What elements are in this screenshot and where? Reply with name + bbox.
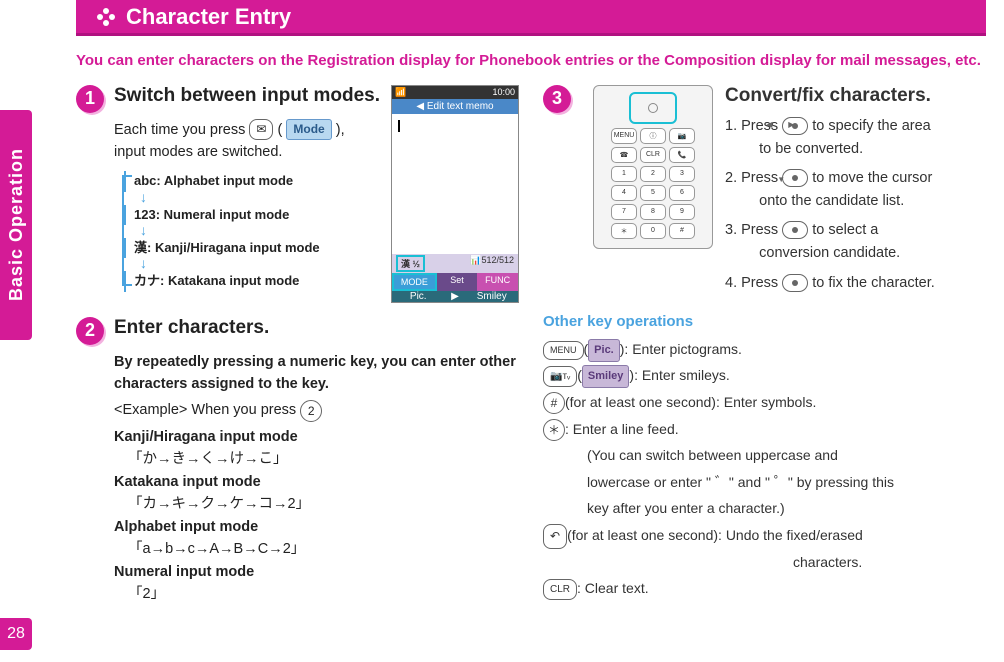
intro-text: You can enter characters on the Registra… xyxy=(76,50,986,73)
sidebar: Basic Operation 28 xyxy=(0,0,58,662)
step-2: 2 Enter characters. xyxy=(76,317,519,345)
step-1: 1 Switch between input modes. xyxy=(76,85,381,113)
flow-123: 123: Numeral input mode xyxy=(124,205,381,225)
flow-abc: abc: Alphabet input mode xyxy=(124,171,381,191)
softkey-mode: MODE xyxy=(392,273,437,291)
input-mode-flow: abc: Alphabet input mode ↓ 123: Numeral … xyxy=(124,171,381,291)
step-badge-3: 3 xyxy=(543,85,571,113)
char-counter: 📊512/512 xyxy=(470,255,514,272)
op-smileys: 📷ᴛᵥ(Smiley): Enter smileys. xyxy=(543,362,986,389)
step2-sub: By repeatedly pressing a numeric key, yo… xyxy=(114,351,519,396)
flower-icon xyxy=(94,5,118,29)
camera-key-icon: 📷ᴛᵥ xyxy=(543,366,577,387)
dpad-center-icon xyxy=(782,274,808,292)
op-linefeed-note1: (You can switch between uppercase and xyxy=(587,442,986,469)
op-symbols: #(for at least one second): Enter symbol… xyxy=(543,389,986,416)
softkey-set: Set xyxy=(437,273,478,291)
key-clr: CLR xyxy=(640,147,666,163)
mode-indicator: 漢 ½ xyxy=(396,255,425,272)
step1-line1a: Each time you press xyxy=(114,122,249,138)
pic-softkey: Pic. xyxy=(588,339,620,362)
mode-kanji-seq: 「か→き→く→け→こ」 xyxy=(128,448,519,470)
arrow-down-icon: ↓ xyxy=(140,225,381,236)
flow-kanji: 漢: Kanji/Hiragana input mode xyxy=(124,238,381,258)
flow-kata: カナ: Katakana input mode xyxy=(124,271,381,291)
dpad-highlight xyxy=(629,92,677,124)
step-badge-2: 2 xyxy=(76,317,104,345)
mode-kata-seq: 「カ→キ→ク→ケ→コ→2」 xyxy=(128,493,519,515)
dpad-all-icon xyxy=(782,221,808,239)
key-2-icon: 2 xyxy=(300,400,322,422)
mail-key-icon: ✉ xyxy=(249,119,273,140)
key-menu: MENU xyxy=(611,128,637,144)
phone-title: Edit text memo xyxy=(427,101,494,112)
clr-key-icon: CLR xyxy=(543,579,577,600)
step-1-title: Switch between input modes. xyxy=(114,85,380,107)
op-undo: ↶(for at least one second): Undo the fix… xyxy=(543,522,986,549)
arrow-down-icon: ↓ xyxy=(140,192,381,203)
mode-kanji-label: Kanji/Hiragana input mode xyxy=(114,426,519,448)
op-clear: CLR: Clear text. xyxy=(543,575,986,602)
mode-kata-label: Katakana input mode xyxy=(114,471,519,493)
clock: 10:00 xyxy=(492,87,515,98)
op-undo-2: characters. xyxy=(793,549,986,576)
mode-alpha-label: Alphabet input mode xyxy=(114,516,519,538)
op-linefeed-note3: key after you enter a character.) xyxy=(587,495,986,522)
mode-alpha-seq: 「a→b→c→A→B→C→2」 xyxy=(128,538,519,560)
step1-paren-close: ), xyxy=(336,122,345,138)
phone-keypad-mock: MENUⓘ📷 ☎CLR📞 123 456 789 ＊0# xyxy=(593,85,713,249)
hash-key-icon: # xyxy=(543,392,565,414)
dpad-down-icon: ▼ xyxy=(782,169,808,187)
step-2-title: Enter characters. xyxy=(114,317,269,339)
phone-screen-mock: 📶 10:00 ◀ Edit text memo 漢 ½ 📊512/512 MOD… xyxy=(391,85,519,303)
other-ops-heading: Other key operations xyxy=(543,313,986,330)
page-title-bar: Character Entry xyxy=(76,0,986,36)
op-pictograms: MENU(Pic.): Enter pictograms. xyxy=(543,336,986,363)
arrow-down-icon: ↓ xyxy=(140,258,381,269)
step1-paren-open: ( xyxy=(278,122,283,138)
step1-line2: input modes are switched. xyxy=(114,144,282,160)
convert-item-4: 4. Press to fix the character. xyxy=(725,272,986,295)
page-number: 28 xyxy=(0,618,32,650)
call-key-icon: ↶ xyxy=(543,524,567,549)
page-title: Character Entry xyxy=(126,4,291,30)
smiley-softkey: Smiley xyxy=(582,365,629,388)
convert-item-2: 2. Press ▼ to move the cursor onto the c… xyxy=(725,167,986,213)
mode-softkey: Mode xyxy=(286,119,331,140)
menu-key-icon: MENU xyxy=(543,341,584,360)
mode-num-label: Numeral input mode xyxy=(114,561,519,583)
softkey-func: FUNC xyxy=(477,273,518,291)
op-linefeed: ＊: Enter a line feed. xyxy=(543,416,986,443)
op-linefeed-note2: lowercase or enter " ゛" and " ゜" by pres… xyxy=(587,469,986,496)
arrow-left-icon: ◀ xyxy=(416,101,424,112)
section-tab: Basic Operation xyxy=(0,110,32,340)
step-3-title: Convert/fix characters. xyxy=(725,85,986,107)
step-badge-1: 1 xyxy=(76,85,104,113)
signal-icon: 📶 xyxy=(395,87,406,98)
dpad-left-right-icon: ◀▶ xyxy=(782,117,808,135)
section-tab-label: Basic Operation xyxy=(6,148,27,301)
example-label: <Example> When you press xyxy=(114,402,300,418)
mode-num-seq: 「2」 xyxy=(128,583,519,605)
convert-item-3: 3. Press to select a conversion candidat… xyxy=(725,219,986,265)
star-key-icon: ＊ xyxy=(543,419,565,441)
softkey-smiley: Smiley xyxy=(466,291,519,302)
softkey-pic: Pic. xyxy=(392,291,445,302)
convert-item-1: 1. Press ◀▶ to specify the area to be co… xyxy=(725,115,986,161)
